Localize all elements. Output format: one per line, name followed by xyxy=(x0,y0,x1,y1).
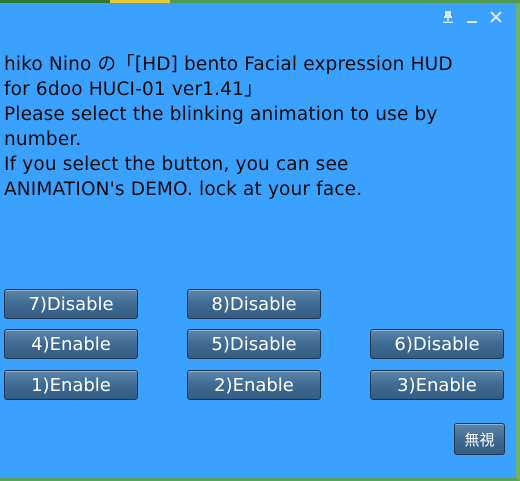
message-line: for 6doo HUCI-01 ver1.41」 xyxy=(4,79,263,100)
ignore-button[interactable]: 無視 xyxy=(454,423,505,455)
option-6-button[interactable]: 6)Disable xyxy=(370,329,504,359)
message-line: Please select the blinking animation to … xyxy=(4,104,438,125)
pin-down-icon[interactable] xyxy=(440,9,456,25)
option-8-button[interactable]: 8)Disable xyxy=(187,289,321,319)
option-7-button[interactable]: 7)Disable xyxy=(4,289,138,319)
dialog-controls xyxy=(440,9,504,25)
dialog-message: hiko Nino の「[HD] bento Facial expression… xyxy=(4,52,504,202)
close-icon[interactable] xyxy=(488,9,504,25)
script-dialog: hiko Nino の「[HD] bento Facial expression… xyxy=(0,3,520,481)
message-line: number. xyxy=(4,129,82,150)
option-1-button[interactable]: 1)Enable xyxy=(4,370,138,400)
option-4-button[interactable]: 4)Enable xyxy=(4,329,138,359)
option-3-button[interactable]: 3)Enable xyxy=(370,370,504,400)
option-5-button[interactable]: 5)Disable xyxy=(187,329,321,359)
minimize-icon[interactable] xyxy=(464,9,480,25)
message-line: hiko Nino の「[HD] bento Facial expression… xyxy=(4,54,453,75)
message-line: ANIMATION's DEMO. lock at your face. xyxy=(4,179,363,200)
message-line: If you select the button, you can see xyxy=(4,154,349,175)
option-2-button[interactable]: 2)Enable xyxy=(187,370,321,400)
